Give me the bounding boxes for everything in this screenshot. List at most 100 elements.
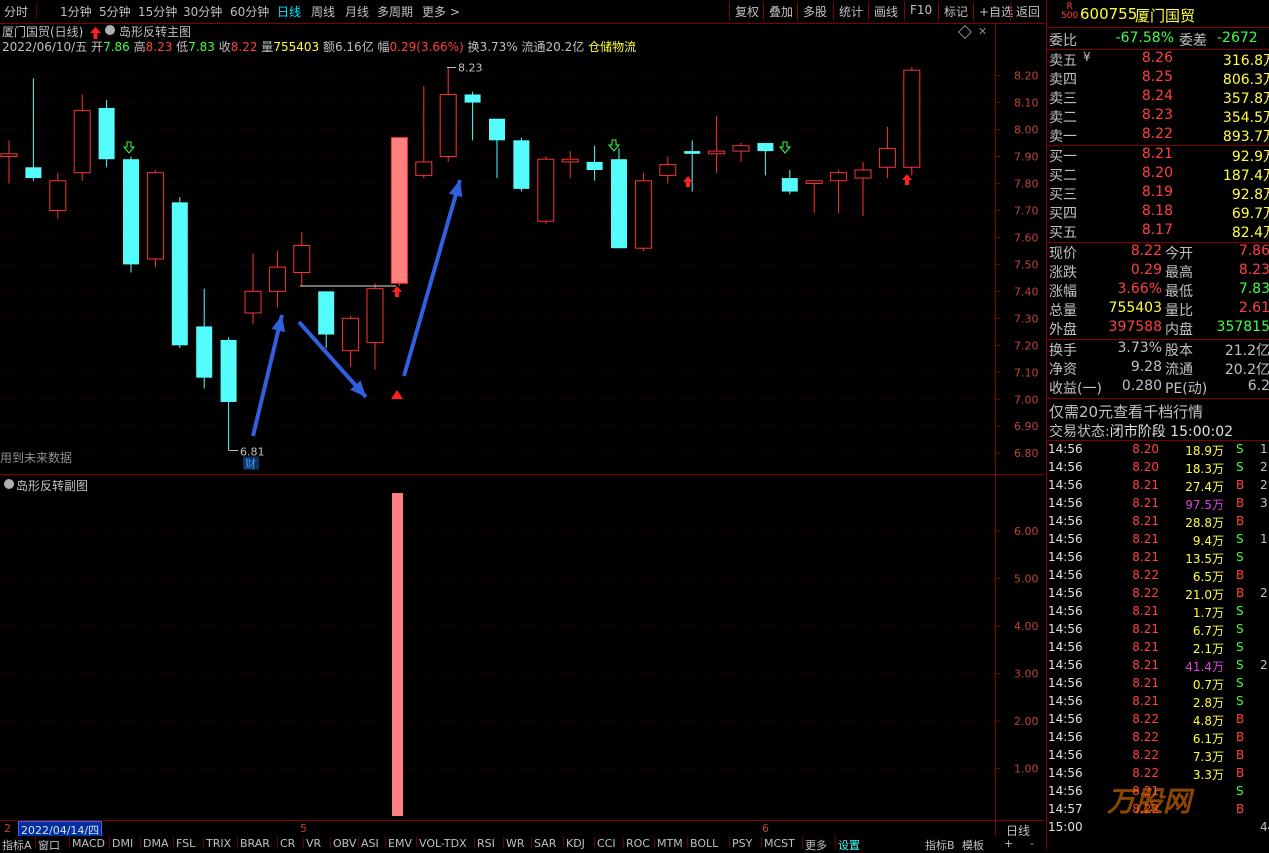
candle[interactable] xyxy=(805,180,823,214)
bid-row[interactable]: 买一8.2192.9万 xyxy=(1047,146,1269,165)
ask-row[interactable]: 卖三8.24357.8万 xyxy=(1047,88,1269,107)
candle[interactable] xyxy=(268,250,286,308)
indicator-tab-更多[interactable]: 更多 xyxy=(805,837,827,853)
candle[interactable] xyxy=(220,337,237,451)
indicator-b-tab[interactable]: 指标B xyxy=(925,837,955,853)
candle[interactable] xyxy=(25,78,42,181)
candle[interactable] xyxy=(342,315,360,367)
candle[interactable] xyxy=(171,196,188,349)
candle[interactable] xyxy=(98,99,115,168)
draw-button[interactable]: 画线 xyxy=(868,2,903,21)
mark-button[interactable]: 标记 xyxy=(938,2,973,21)
indicator-tab-wr[interactable]: WR xyxy=(506,837,525,850)
candle[interactable] xyxy=(439,67,457,162)
indicator-tab-rsi[interactable]: RSI xyxy=(477,837,495,850)
indicator-tab-psy[interactable]: PSY xyxy=(732,837,752,850)
back-button[interactable]: 返回 xyxy=(1010,2,1045,21)
candle[interactable] xyxy=(561,151,579,179)
candle[interactable] xyxy=(586,145,603,181)
f10-button[interactable]: F10 xyxy=(904,2,937,21)
indicator-tab-emv[interactable]: EMV xyxy=(388,837,412,850)
candle[interactable] xyxy=(830,169,848,214)
bid-row[interactable]: 买五8.1782.4万 xyxy=(1047,222,1269,241)
candle[interactable] xyxy=(708,116,726,173)
minus-icon[interactable]: - xyxy=(1030,837,1034,850)
indicator-tab-设置[interactable]: 设置 xyxy=(838,837,860,853)
candle[interactable] xyxy=(611,148,627,249)
template-tab[interactable]: 模板 xyxy=(962,837,984,853)
tab-monthly[interactable]: 月线 xyxy=(345,3,369,20)
candle[interactable] xyxy=(732,143,750,162)
candle[interactable] xyxy=(903,67,921,176)
ask-row[interactable]: 卖四8.25806.3万 xyxy=(1047,69,1269,88)
bid-row[interactable]: 买四8.1869.7万 xyxy=(1047,203,1269,222)
bid-row[interactable]: 买三8.1992.8万 xyxy=(1047,184,1269,203)
stats-button[interactable]: 统计 xyxy=(833,2,868,21)
candle[interactable] xyxy=(513,137,530,192)
level2-promo-link[interactable]: 仅需20元查看千档行情 xyxy=(1049,401,1203,422)
candle[interactable] xyxy=(659,156,677,184)
indicator-tab-brar[interactable]: BRAR xyxy=(240,837,270,850)
sub-indicator-chart[interactable]: 6.00 5.00 4.00 3.00 2.00 1.00 xyxy=(0,475,1045,820)
indicator-tab-trix[interactable]: TRIX xyxy=(206,837,231,850)
indicator-tab-dmi[interactable]: DMI xyxy=(112,837,133,850)
tab-15min[interactable]: 15分钟 xyxy=(138,3,177,20)
signal-bar[interactable] xyxy=(392,493,403,816)
indicator-tab-dma[interactable]: DMA xyxy=(143,837,169,850)
plus-icon[interactable]: + xyxy=(1004,837,1013,850)
candle[interactable] xyxy=(123,156,139,273)
candle[interactable] xyxy=(854,161,872,216)
indicator-tab-asi[interactable]: ASI xyxy=(361,837,379,850)
ask-row[interactable]: 卖二8.23354.5万 xyxy=(1047,107,1269,126)
indicator-tab-kdj[interactable]: KDJ xyxy=(566,837,585,850)
tab-multi-period[interactable]: 多周期 xyxy=(377,3,413,20)
tab-5min[interactable]: 5分钟 xyxy=(99,3,131,20)
indicator-tab-窗口[interactable]: 窗口 xyxy=(38,837,60,853)
bid-row[interactable]: 买二8.20187.4万 xyxy=(1047,165,1269,184)
indicator-tab-vol-tdx[interactable]: VOL-TDX xyxy=(419,837,467,850)
tab-daily[interactable]: 日线 xyxy=(277,3,301,20)
indicator-tab-sar[interactable]: SAR xyxy=(534,837,556,850)
indicator-tab-cci[interactable]: CCI xyxy=(597,837,616,850)
candle[interactable] xyxy=(415,86,433,179)
candle[interactable] xyxy=(293,232,311,286)
tab-30min[interactable]: 30分钟 xyxy=(183,3,222,20)
indicator-tab-mcst[interactable]: MCST xyxy=(764,837,795,850)
tab-60min[interactable]: 60分钟 xyxy=(230,3,269,20)
candle[interactable] xyxy=(73,94,91,181)
indicator-tab-obv[interactable]: OBV xyxy=(333,837,356,850)
candle[interactable] xyxy=(366,283,384,370)
indicator-tab-fsl[interactable]: FSL xyxy=(176,837,195,850)
candle[interactable] xyxy=(244,253,262,324)
ask-row[interactable]: 卖五¥8.26316.8万 xyxy=(1047,50,1269,69)
close-icon[interactable]: ✕ xyxy=(978,25,987,38)
tab-1min[interactable]: 1分钟 xyxy=(60,3,92,20)
candle[interactable] xyxy=(537,156,555,224)
indicator-tab-roc[interactable]: ROC xyxy=(626,837,650,850)
multi-stock-button[interactable]: 多股 xyxy=(797,2,832,21)
indicator-tab-cr[interactable]: CR xyxy=(280,837,295,850)
candle[interactable] xyxy=(464,91,481,141)
indicator-tab-指标a[interactable]: 指标A xyxy=(2,837,32,853)
diamond-icon[interactable] xyxy=(957,24,973,40)
candle[interactable] xyxy=(0,140,18,184)
candle[interactable] xyxy=(634,172,652,251)
candle[interactable] xyxy=(49,172,67,219)
indicator-tab-macd[interactable]: MACD xyxy=(72,837,105,850)
candlestick-chart[interactable]: 8.20 8.10 8.00 7.90 7.80 7.70 7.60 7.50 7.40 7.30… xyxy=(0,54,1045,474)
candle[interactable] xyxy=(318,291,335,349)
fuquan-button[interactable]: 复权 xyxy=(729,2,764,21)
ask-row[interactable]: 卖一8.22893.7万 xyxy=(1047,126,1269,145)
indicator-tab-boll[interactable]: BOLL xyxy=(690,837,718,850)
indicator-dot-icon[interactable] xyxy=(105,25,115,35)
candle[interactable] xyxy=(878,126,896,179)
candle[interactable] xyxy=(757,143,774,176)
tab-fenshi[interactable]: 分时 xyxy=(4,3,28,20)
candle[interactable] xyxy=(390,137,408,286)
candle[interactable] xyxy=(196,288,213,389)
indicator-tab-vr[interactable]: VR xyxy=(306,837,321,850)
tab-weekly[interactable]: 周线 xyxy=(311,3,335,20)
overlay-button[interactable]: 叠加 xyxy=(763,2,798,21)
indicator-tab-mtm[interactable]: MTM xyxy=(657,837,683,850)
candle[interactable] xyxy=(489,118,505,179)
